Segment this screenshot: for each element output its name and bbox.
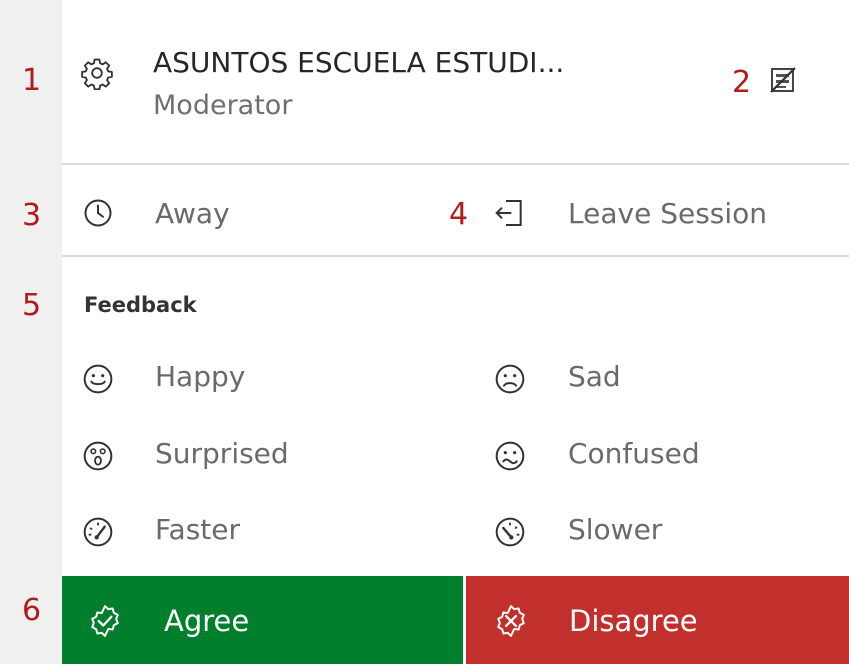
away-label: Away bbox=[155, 197, 230, 230]
agree-label: Agree bbox=[164, 604, 250, 638]
disagree-button[interactable]: Disagree bbox=[466, 576, 849, 664]
sad-face-icon bbox=[495, 364, 525, 394]
feedback-label: Faster bbox=[155, 513, 240, 546]
feedback-heading: Feedback bbox=[84, 293, 197, 317]
callout-5: 5 bbox=[22, 288, 42, 323]
happy-face-icon bbox=[83, 364, 113, 394]
callout-4: 4 bbox=[449, 197, 469, 232]
speedometer-slow-icon bbox=[495, 517, 525, 547]
surprised-face-icon bbox=[83, 441, 113, 471]
divider bbox=[62, 255, 849, 257]
session-header: ASUNTOS ESCUELA ESTUDI... Moderator 2 bbox=[62, 0, 849, 164]
callout-gutter: 1 3 5 6 bbox=[0, 0, 62, 664]
callout-6: 6 bbox=[22, 593, 42, 628]
session-title: ASUNTOS ESCUELA ESTUDI... bbox=[153, 46, 565, 79]
agree-button[interactable]: Agree bbox=[62, 576, 463, 664]
gear-icon[interactable] bbox=[80, 56, 114, 90]
status-row: Away 4 Leave Session bbox=[62, 165, 849, 255]
disagree-label: Disagree bbox=[569, 604, 698, 638]
callout-2: 2 bbox=[732, 65, 752, 100]
session-menu-panel: ASUNTOS ESCUELA ESTUDI... Moderator 2 Aw… bbox=[62, 0, 849, 664]
leave-session-label: Leave Session bbox=[568, 197, 768, 230]
speedometer-fast-icon bbox=[83, 517, 113, 547]
feedback-label: Happy bbox=[155, 360, 246, 393]
feedback-label: Sad bbox=[568, 360, 621, 393]
callout-3: 3 bbox=[22, 198, 42, 233]
agree-badge-icon bbox=[91, 605, 119, 637]
user-role: Moderator bbox=[153, 90, 293, 121]
feedback-label: Surprised bbox=[155, 437, 289, 470]
caption-edit-icon[interactable] bbox=[770, 66, 796, 94]
exit-door-icon bbox=[495, 200, 522, 226]
disagree-badge-icon bbox=[497, 605, 525, 637]
feedback-label: Slower bbox=[568, 513, 663, 546]
clock-icon bbox=[84, 199, 112, 227]
feedback-label: Confused bbox=[568, 437, 700, 470]
confused-face-icon bbox=[495, 441, 525, 471]
callout-1: 1 bbox=[22, 63, 42, 98]
